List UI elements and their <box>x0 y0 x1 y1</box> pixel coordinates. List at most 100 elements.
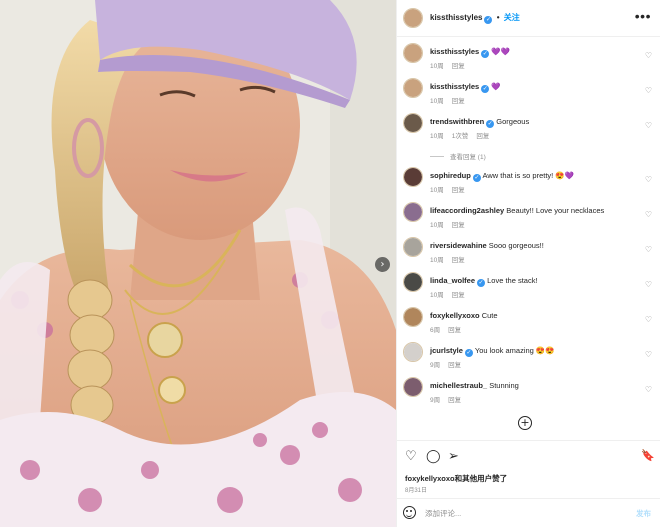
comment-text-line: sophiredup ✓ Aww that is so pretty! 😍💜 <box>430 171 640 182</box>
commenter-avatar[interactable] <box>403 237 423 257</box>
share-send-icon[interactable]: ➢ <box>448 449 459 464</box>
commenter-username[interactable]: michellestraub_ <box>430 381 487 390</box>
view-replies-label: 查看回复 (1) <box>450 154 486 161</box>
commenter-username[interactable]: sophiredup <box>430 171 471 180</box>
comment-time[interactable]: 9周 <box>430 397 440 404</box>
reply-button[interactable]: 回复 <box>452 187 465 194</box>
commenter-username[interactable]: linda_wolfee <box>430 276 475 285</box>
comment-time[interactable]: 10周 <box>430 63 444 70</box>
comment-text-line: kissthisstyles ✓ 💜💜 <box>430 47 640 58</box>
comment-body: Gorgeous <box>496 117 530 126</box>
comment-like-heart-icon[interactable]: ♡ <box>645 385 652 394</box>
comment-text-line: riversidewahine Sooo gorgeous!! <box>430 241 640 250</box>
comment-like-heart-icon[interactable]: ♡ <box>645 315 652 324</box>
like-heart-icon[interactable]: ♡ <box>405 449 417 464</box>
reply-button[interactable]: 回复 <box>452 98 465 105</box>
comment-row: kissthisstyles ✓ 💜 10周 回复 ♡ <box>397 72 660 106</box>
reply-button[interactable]: 回复 <box>452 257 465 264</box>
comment-meta: 10周 回复 <box>430 60 473 70</box>
comment-input[interactable] <box>425 506 615 520</box>
commenter-avatar[interactable] <box>403 377 423 397</box>
author-avatar[interactable] <box>403 8 423 28</box>
comment-like-heart-icon[interactable]: ♡ <box>645 86 652 95</box>
verified-badge-icon: ✓ <box>472 174 481 182</box>
comment-like-count[interactable]: 1次赞 <box>452 133 469 140</box>
author-line: kissthisstyles ✓ • 关注 <box>430 12 520 24</box>
comment-row: linda_wolfee ✓ Love the stack! 10周 回复 ♡ <box>397 266 660 300</box>
comment-row: riversidewahine Sooo gorgeous!! 10周 回复 ♡ <box>397 231 660 265</box>
follow-button[interactable]: 关注 <box>504 13 520 22</box>
commenter-avatar[interactable] <box>403 307 423 327</box>
comment-row: lifeaccording2ashley Beauty!! Love your … <box>397 196 660 230</box>
post-photo[interactable]: › <box>0 0 396 527</box>
chevron-right-icon: › <box>380 259 385 270</box>
commenter-username[interactable]: jcurlstyle <box>430 346 463 355</box>
view-replies-link[interactable]: 查看回复 (1) <box>430 151 486 161</box>
verified-badge-icon: ✓ <box>477 279 486 287</box>
comment-meta: 10周 回复 <box>430 289 473 299</box>
reply-button[interactable]: 回复 <box>448 362 461 369</box>
comment-body: 💜 <box>491 82 501 91</box>
comment-time[interactable]: 10周 <box>430 133 444 140</box>
comment-time[interactable]: 10周 <box>430 98 444 105</box>
commenter-username[interactable]: trendswithbren <box>430 117 484 126</box>
comment-body: Cute <box>481 311 498 320</box>
comment-like-heart-icon[interactable]: ♡ <box>645 350 652 359</box>
comment-body: 💜💜 <box>491 47 510 56</box>
commenter-avatar[interactable] <box>403 342 423 362</box>
load-more-comments-button[interactable]: + <box>518 416 532 430</box>
reply-button[interactable]: 回复 <box>448 397 461 404</box>
commenter-username[interactable]: lifeaccording2ashley <box>430 206 504 215</box>
comment-body: Stunning <box>489 381 519 390</box>
comment-like-heart-icon[interactable]: ♡ <box>645 175 652 184</box>
reply-divider-line <box>430 156 444 157</box>
comment-like-heart-icon[interactable]: ♡ <box>645 210 652 219</box>
likes-summary[interactable]: foxykellyxoxo和其他用户赞了 <box>405 473 507 484</box>
reply-button[interactable]: 回复 <box>476 133 489 140</box>
comment-row: jcurlstyle ✓ You look amazing 😍😍 9周 回复 ♡ <box>397 336 660 370</box>
post-date: 8月31日 <box>405 488 428 494</box>
comment-like-heart-icon[interactable]: ♡ <box>645 245 652 254</box>
comment-time[interactable]: 9周 <box>430 362 440 369</box>
reply-button[interactable]: 回复 <box>452 63 465 70</box>
commenter-avatar[interactable] <box>403 113 423 133</box>
post-comment-button[interactable]: 发布 <box>636 508 651 519</box>
comment-body: Love the stack! <box>487 276 538 285</box>
comment-row: sophiredup ✓ Aww that is so pretty! 😍💜 10周… <box>397 161 660 195</box>
commenter-avatar[interactable] <box>403 78 423 98</box>
commenter-avatar[interactable] <box>403 167 423 187</box>
commenter-username[interactable]: foxykellyxoxo <box>430 311 480 320</box>
verified-badge-icon: ✓ <box>484 16 493 24</box>
comment-time[interactable]: 10周 <box>430 257 444 264</box>
comment-body: Aww that is so pretty! 😍💜 <box>482 171 574 180</box>
comment-row: michellestraub_ Stunning 9周 回复 ♡ <box>397 371 660 405</box>
reply-button[interactable]: 回复 <box>448 327 461 334</box>
comment-text-line: trendswithbren ✓ Gorgeous <box>430 117 640 128</box>
author-username[interactable]: kissthisstyles <box>430 13 482 22</box>
carousel-next-button[interactable]: › <box>375 257 390 272</box>
comment-bubble-icon[interactable]: ◯ <box>426 449 441 464</box>
commenter-avatar[interactable] <box>403 202 423 222</box>
comment-time[interactable]: 10周 <box>430 222 444 229</box>
commenter-avatar[interactable] <box>403 272 423 292</box>
commenter-username[interactable]: riversidewahine <box>430 241 487 250</box>
comment-meta: 10周 回复 <box>430 254 473 264</box>
add-comment-bar: 发布 <box>397 498 660 527</box>
reply-button[interactable]: 回复 <box>452 222 465 229</box>
commenter-avatar[interactable] <box>403 43 423 63</box>
comment-meta: 10周 回复 <box>430 219 473 229</box>
comment-like-heart-icon[interactable]: ♡ <box>645 121 652 130</box>
comment-time[interactable]: 10周 <box>430 187 444 194</box>
comment-text-line: linda_wolfee ✓ Love the stack! <box>430 276 640 287</box>
comment-row: foxykellyxoxo Cute 6周 回复 ♡ <box>397 301 660 335</box>
comment-like-heart-icon[interactable]: ♡ <box>645 280 652 289</box>
comment-time[interactable]: 10周 <box>430 292 444 299</box>
comment-time[interactable]: 6周 <box>430 327 440 334</box>
save-bookmark-icon[interactable]: 🔖 <box>641 449 655 462</box>
emoji-picker-icon[interactable] <box>403 506 416 519</box>
more-options-icon[interactable]: ••• <box>635 8 651 24</box>
comment-like-heart-icon[interactable]: ♡ <box>645 51 652 60</box>
reply-button[interactable]: 回复 <box>452 292 465 299</box>
commenter-username[interactable]: kissthisstyles <box>430 47 479 56</box>
commenter-username[interactable]: kissthisstyles <box>430 82 479 91</box>
